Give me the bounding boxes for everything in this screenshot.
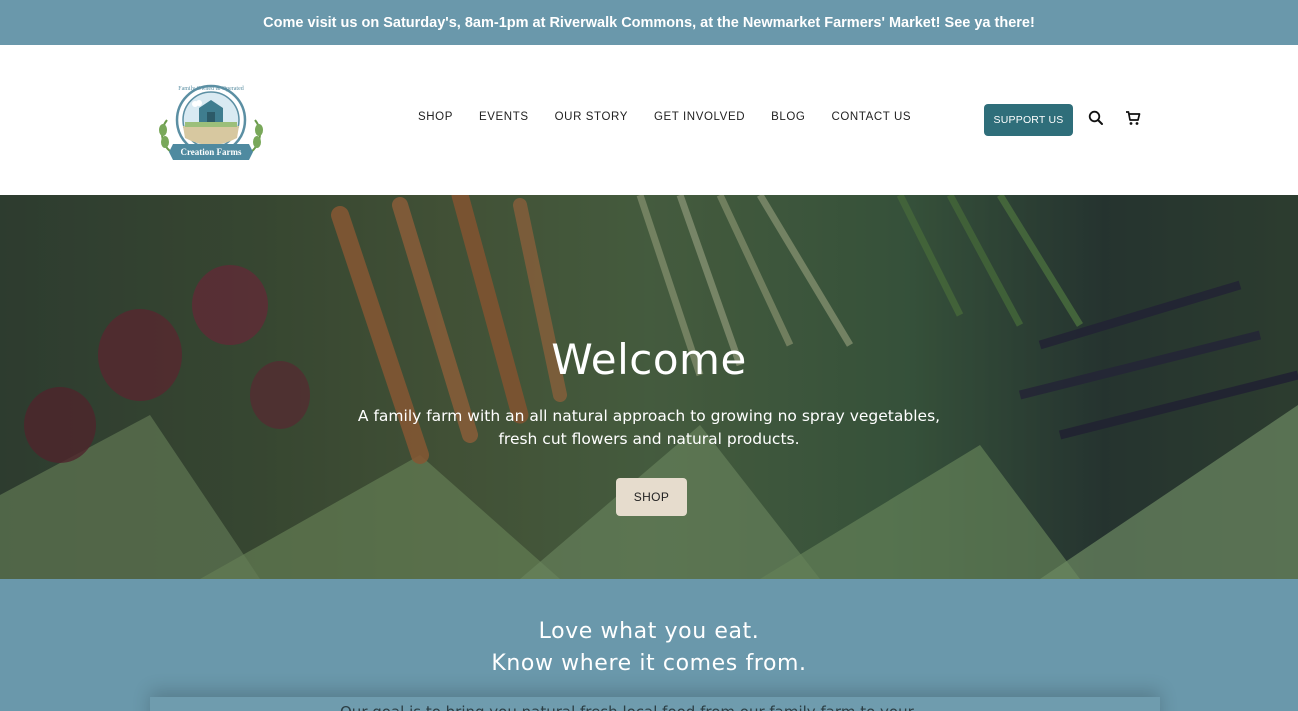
hero-shop-button[interactable]: SHOP [616,478,687,516]
search-icon[interactable] [1087,109,1105,127]
main-nav: SHOP EVENTS OUR STORY GET INVOLVED BLOG … [418,111,937,123]
intro-band: Love what you eat. Know where it comes f… [0,579,1298,711]
intro-card: Our goal is to bring you natural fresh l… [150,697,1160,711]
intro-card-text: Our goal is to bring you natural fresh l… [340,703,960,711]
svg-text:Family Owned & Operated: Family Owned & Operated [178,86,243,92]
nav-item-our-story[interactable]: OUR STORY [555,111,628,123]
hero-subtitle: A family farm with an all natural approa… [357,407,941,448]
hero-overlay [0,195,1298,579]
nav-item-contact-us[interactable]: CONTACT US [831,111,911,123]
band-headline-line1: Love what you eat. [538,619,760,644]
support-us-button[interactable]: SUPPORT US [984,104,1073,136]
svg-text:Creation Farms: Creation Farms [180,147,242,157]
nav-item-events[interactable]: EVENTS [479,111,529,123]
hero-title: Welcome [551,335,747,384]
hero-section: Welcome A family farm with an all natura… [0,195,1298,579]
band-headline-line2: Know where it comes from. [491,651,807,676]
site-header: Family Owned & Operated Creation Farms S… [0,45,1298,195]
nav-item-get-involved[interactable]: GET INVOLVED [654,111,745,123]
creation-farms-logo[interactable]: Family Owned & Operated Creation Farms [155,78,267,164]
cart-icon[interactable] [1124,109,1142,127]
nav-item-blog[interactable]: BLOG [771,111,805,123]
nav-item-shop[interactable]: SHOP [418,111,453,123]
announcement-bar: Come visit us on Saturday's, 8am-1pm at … [0,0,1298,45]
announcement-text: Come visit us on Saturday's, 8am-1pm at … [263,14,1035,31]
